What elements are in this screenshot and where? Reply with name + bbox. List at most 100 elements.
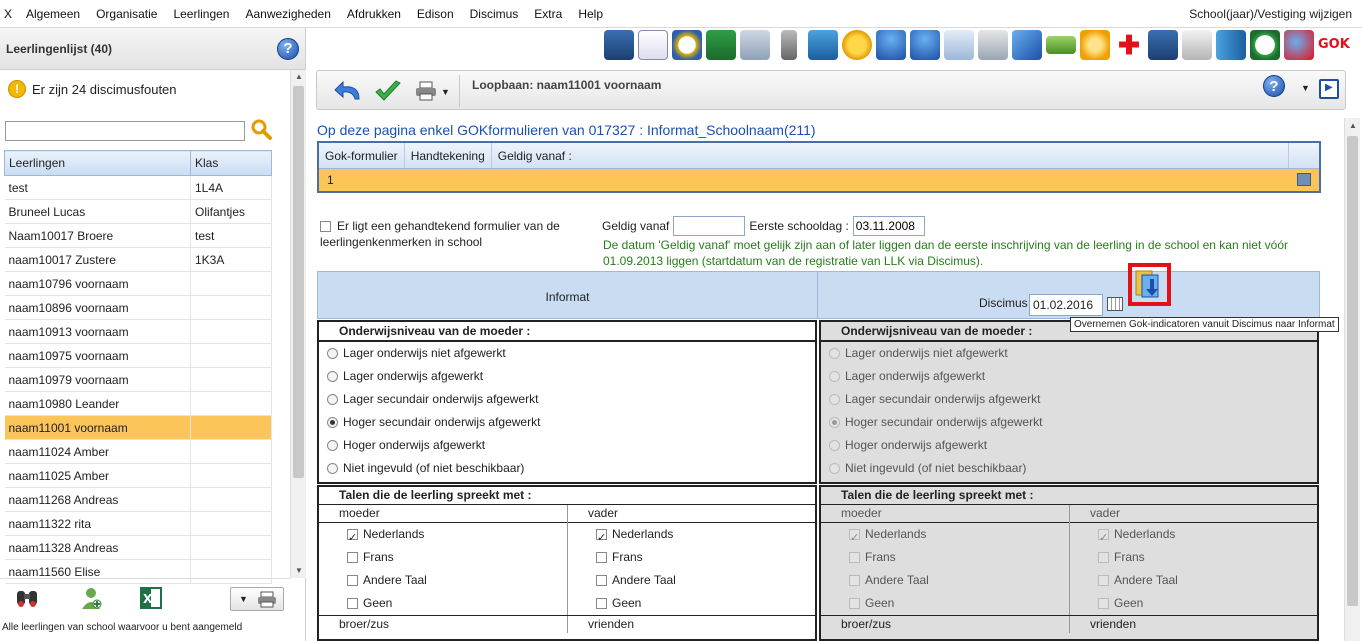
education-option[interactable]: Lager onderwijs afgewerkt bbox=[821, 365, 1317, 388]
language-checkbox[interactable] bbox=[849, 575, 860, 587]
education-option[interactable]: Lager secundair onderwijs afgewerkt bbox=[821, 388, 1317, 411]
language-option[interactable]: Nederlands bbox=[319, 523, 567, 550]
notes-icon[interactable] bbox=[638, 30, 668, 60]
excel-icon[interactable]: X bbox=[138, 585, 164, 611]
language-checkbox[interactable] bbox=[1098, 598, 1109, 610]
col-header-klas[interactable]: Klas bbox=[190, 150, 272, 176]
education-option[interactable]: Hoger secundair onderwijs afgewerkt bbox=[821, 411, 1317, 434]
education-option[interactable]: Lager onderwijs niet afgewerkt bbox=[319, 342, 815, 365]
language-checkbox[interactable] bbox=[849, 552, 860, 564]
user-clock-icon[interactable] bbox=[1284, 30, 1314, 60]
table-row[interactable]: naam10896 voornaam bbox=[4, 295, 272, 320]
edit-record-icon[interactable] bbox=[1297, 173, 1311, 186]
running-man-icon[interactable] bbox=[1080, 30, 1110, 60]
table-row[interactable]: naam10913 voornaam bbox=[4, 319, 272, 344]
menu-item-help[interactable]: Help bbox=[570, 7, 611, 21]
education-option[interactable]: Lager secundair onderwijs afgewerkt bbox=[319, 388, 815, 411]
language-checkbox[interactable] bbox=[1098, 527, 1109, 550]
help-dropdown-arrow-icon[interactable]: ▼ bbox=[1301, 83, 1310, 93]
scroll-up-icon[interactable]: ▲ bbox=[295, 72, 303, 81]
help-icon[interactable]: ? bbox=[277, 37, 299, 60]
education-option[interactable]: Lager onderwijs niet afgewerkt bbox=[821, 342, 1317, 365]
monitor-settings-icon[interactable] bbox=[1148, 30, 1178, 60]
calendar-icon[interactable] bbox=[1107, 297, 1123, 311]
language-option[interactable]: Andere Taal bbox=[568, 569, 815, 592]
language-checkbox[interactable] bbox=[347, 552, 358, 564]
exit-icon[interactable] bbox=[706, 30, 736, 60]
euro-icon[interactable] bbox=[842, 30, 872, 60]
table-row[interactable]: naam11322 rita bbox=[4, 511, 272, 536]
language-checkbox[interactable] bbox=[347, 527, 358, 550]
language-checkbox[interactable] bbox=[596, 575, 607, 587]
print-icon[interactable] bbox=[415, 81, 437, 101]
language-checkbox[interactable] bbox=[849, 598, 860, 610]
menu-item-leerlingen[interactable]: Leerlingen bbox=[165, 7, 237, 21]
bar-chart-icon[interactable] bbox=[1216, 30, 1246, 60]
scroll-thumb[interactable] bbox=[293, 86, 304, 478]
signed-form-option[interactable]: Er ligt een gehandtekend formulier van d… bbox=[320, 218, 580, 250]
menu-item-organisatie[interactable]: Organisatie bbox=[88, 7, 165, 21]
scroll-thumb[interactable] bbox=[1347, 136, 1358, 606]
language-checkbox[interactable] bbox=[347, 598, 358, 610]
language-checkbox[interactable] bbox=[1098, 552, 1109, 564]
language-checkbox[interactable] bbox=[596, 527, 607, 550]
education-option[interactable]: Hoger onderwijs afgewerkt bbox=[319, 434, 815, 457]
table-row[interactable]: naam11268 Andreas bbox=[4, 487, 272, 512]
phone-icon[interactable] bbox=[781, 30, 797, 60]
video-play-icon[interactable]: ▶ bbox=[1319, 79, 1339, 99]
col-header-leerlingen[interactable]: Leerlingen bbox=[4, 150, 191, 176]
language-checkbox[interactable] bbox=[596, 598, 607, 610]
language-checkbox[interactable] bbox=[1098, 575, 1109, 587]
gok-col-handtekening[interactable]: Handtekening bbox=[405, 143, 492, 168]
gok-col-formulier[interactable]: Gok-formulier bbox=[319, 143, 405, 168]
language-option[interactable]: Geen bbox=[821, 592, 1069, 615]
tools-icon[interactable] bbox=[1012, 30, 1042, 60]
table-row[interactable]: naam10017 Zustere 1K3A bbox=[4, 247, 272, 272]
discimus-warning[interactable]: ! Er zijn 24 discimusfouten bbox=[8, 80, 177, 98]
table-row[interactable]: naam11024 Amber bbox=[4, 439, 272, 464]
education-radio[interactable] bbox=[829, 463, 840, 475]
group-icon[interactable] bbox=[910, 30, 940, 60]
table-row[interactable]: Naam10017 Broere test bbox=[4, 223, 272, 248]
table-row[interactable]: naam11328 Andreas bbox=[4, 535, 272, 560]
clock-icon[interactable] bbox=[672, 30, 702, 60]
house-icon[interactable] bbox=[740, 30, 770, 60]
education-radio[interactable] bbox=[327, 440, 338, 452]
menu-item-discimus[interactable]: Discimus bbox=[462, 7, 527, 21]
binoculars-icon[interactable] bbox=[14, 585, 40, 611]
language-option[interactable]: Nederlands bbox=[568, 523, 815, 550]
table-row[interactable]: naam10796 voornaam bbox=[4, 271, 272, 296]
person-icon[interactable] bbox=[876, 30, 906, 60]
scroll-up-icon[interactable]: ▲ bbox=[1349, 121, 1357, 130]
language-option[interactable]: Andere Taal bbox=[319, 569, 567, 592]
education-option[interactable]: Hoger onderwijs afgewerkt bbox=[821, 434, 1317, 457]
menu-item-edison[interactable]: Edison bbox=[409, 7, 462, 21]
table-row[interactable]: naam10975 voornaam bbox=[4, 343, 272, 368]
undo-icon[interactable] bbox=[333, 79, 363, 103]
education-radio[interactable] bbox=[829, 394, 840, 406]
language-option[interactable]: Geen bbox=[568, 592, 815, 615]
discimus-date-input[interactable]: 01.02.2016 bbox=[1029, 294, 1103, 316]
language-option[interactable]: Andere Taal bbox=[1070, 569, 1317, 592]
gok-icon[interactable]: GOK bbox=[1318, 30, 1350, 60]
main-scrollbar[interactable]: ▲ bbox=[1344, 118, 1360, 641]
gok-table-row[interactable]: 1 bbox=[319, 169, 1319, 191]
language-option[interactable]: Geen bbox=[1070, 592, 1317, 615]
import-gok-icon[interactable] bbox=[1134, 269, 1162, 299]
education-radio[interactable] bbox=[829, 440, 840, 452]
save-check-icon[interactable] bbox=[373, 79, 403, 103]
print-dropdown[interactable]: ▼ bbox=[230, 587, 284, 611]
signed-form-checkbox[interactable] bbox=[320, 221, 331, 233]
education-radio[interactable] bbox=[829, 371, 840, 383]
language-option[interactable]: Geen bbox=[319, 592, 567, 615]
user-add-icon[interactable] bbox=[78, 585, 104, 611]
table-row[interactable]: Bruneel Lucas Olifantjes bbox=[4, 199, 272, 224]
education-radio[interactable] bbox=[327, 348, 338, 360]
language-option[interactable]: Andere Taal bbox=[821, 569, 1069, 592]
mail-icon[interactable] bbox=[808, 30, 838, 60]
education-radio[interactable] bbox=[327, 463, 338, 475]
student-card-icon[interactable] bbox=[604, 30, 634, 60]
text-settings-icon[interactable] bbox=[1182, 30, 1212, 60]
education-radio[interactable] bbox=[327, 417, 338, 429]
menu-item-extra[interactable]: Extra bbox=[526, 7, 570, 21]
